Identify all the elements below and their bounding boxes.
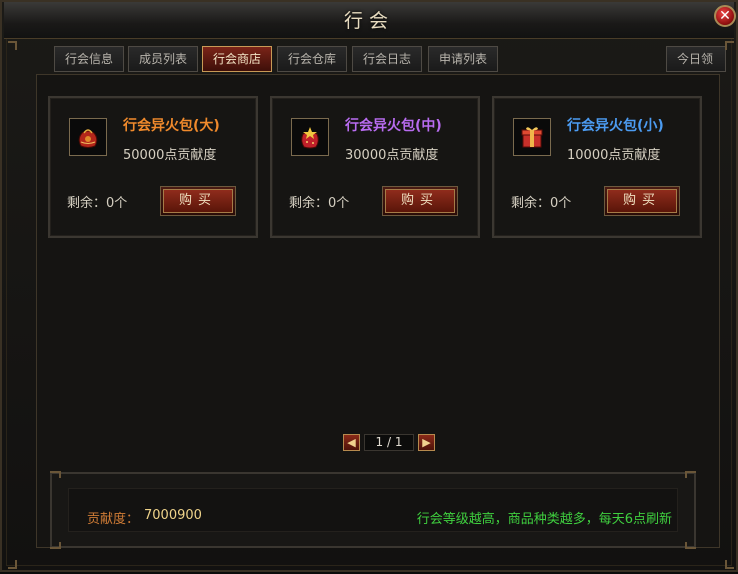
item-slot[interactable] — [513, 118, 551, 156]
title-bar[interactable]: 行会 — [4, 2, 734, 39]
shop-item-card: 行会异火包(大) 50000点贡献度 剩余：0个 购买 — [48, 96, 258, 238]
buy-button-label: 购买 — [607, 189, 677, 213]
red-pouch-medium-icon — [301, 127, 319, 149]
item-name: 行会异火包(小) — [567, 118, 664, 134]
shop-item-card: 行会异火包(中) 30000点贡献度 剩余：0个 购买 — [270, 96, 480, 238]
contribution-value: 7000900 — [144, 508, 202, 523]
shop-item-card: 行会异火包(小) 10000点贡献度 剩余：0个 购买 — [492, 96, 702, 238]
buy-button-label: 购买 — [385, 189, 455, 213]
item-slot[interactable] — [291, 118, 329, 156]
chevron-left-icon[interactable]: ◀ — [343, 434, 360, 451]
buy-button[interactable]: 购买 — [382, 186, 458, 216]
buy-button[interactable]: 购买 — [160, 186, 236, 216]
window-title: 行会 — [343, 10, 394, 32]
refresh-hint: 行会等级越高，商品种类越多，每天6点刷新 — [416, 512, 672, 527]
item-name: 行会异火包(大) — [123, 118, 220, 134]
item-remaining: 剩余：0个 — [67, 196, 128, 211]
item-cost: 30000点贡献度 — [345, 148, 439, 163]
buy-button-label: 购买 — [163, 189, 233, 213]
chevron-right-icon[interactable]: ▶ — [418, 434, 435, 451]
red-pouch-large-icon — [78, 129, 98, 148]
item-cost: 10000点贡献度 — [567, 148, 661, 163]
footer-panel: 贡献度： 7000900 行会等级越高，商品种类越多，每天6点刷新 — [50, 472, 696, 548]
tab-guild-log[interactable]: 行会日志 — [352, 46, 422, 72]
tab-guild-info[interactable]: 行会信息 — [54, 46, 124, 72]
item-remaining: 剩余：0个 — [289, 196, 350, 211]
tab-guild-warehouse[interactable]: 行会仓库 — [277, 46, 347, 72]
item-slot[interactable] — [69, 118, 107, 156]
item-remaining: 剩余：0个 — [511, 196, 572, 211]
tab-guild-shop[interactable]: 行会商店 — [202, 46, 272, 72]
item-name: 行会异火包(中) — [345, 118, 442, 134]
item-cost: 50000点贡献度 — [123, 148, 217, 163]
buy-button[interactable]: 购买 — [604, 186, 680, 216]
guild-window: 行会 ✕ 行会信息 成员列表 行会商店 行会仓库 行会日志 申请列表 今日领 行… — [0, 0, 738, 572]
contribution-label: 贡献度： — [87, 512, 140, 527]
close-icon[interactable]: ✕ — [714, 5, 736, 27]
tab-today-claim[interactable]: 今日领 — [666, 46, 726, 72]
tab-application-list[interactable]: 申请列表 — [428, 46, 498, 72]
gift-box-small-icon — [521, 127, 543, 148]
page-indicator: 1 / 1 — [364, 434, 414, 451]
tab-member-list[interactable]: 成员列表 — [128, 46, 198, 72]
